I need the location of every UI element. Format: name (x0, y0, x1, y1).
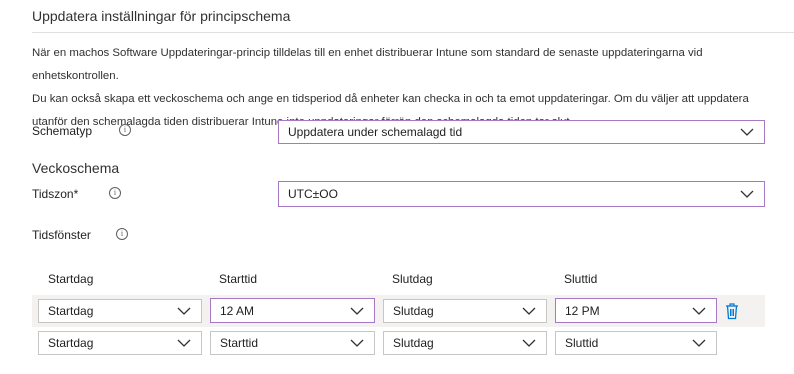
schedule-type-value: Uppdatera under schemalagd tid (288, 125, 463, 139)
end-time-dropdown[interactable]: Sluttid (555, 331, 717, 355)
trash-icon[interactable] (724, 302, 740, 320)
end-day-value: Slutdag (393, 304, 434, 318)
schedule-type-dropdown[interactable]: Uppdatera under schemalagd tid (278, 120, 765, 144)
weekly-schedule-heading: Veckoschema (32, 160, 120, 176)
info-icon[interactable]: i (109, 187, 121, 199)
start-day-dropdown[interactable]: Startdag (38, 331, 202, 355)
start-day-value: Startdag (48, 336, 94, 350)
chevron-down-icon (350, 307, 364, 315)
end-day-dropdown[interactable]: Slutdag (383, 299, 547, 323)
time-window-label: Tidsfönster (32, 228, 91, 242)
start-day-dropdown[interactable]: Startdag (38, 299, 202, 323)
schedule-type-label: Schematyp (32, 124, 93, 138)
info-icon[interactable]: i (119, 124, 131, 136)
chevron-down-icon (740, 128, 754, 136)
description-line-1: När en machos Software Uppdateringar-pri… (32, 47, 703, 82)
timezone-dropdown[interactable]: UTC±OO (278, 181, 765, 207)
info-icon[interactable]: i (116, 228, 128, 240)
divider (32, 32, 794, 33)
start-time-value: 12 AM (220, 303, 255, 318)
start-time-value: Starttid (220, 336, 259, 350)
section-title: Uppdatera inställningar för principschem… (32, 8, 291, 24)
column-header-start-day: Startdag (48, 272, 94, 286)
chevron-down-icon (177, 307, 191, 315)
end-time-value: Sluttid (565, 336, 599, 350)
chevron-down-icon (692, 307, 706, 315)
end-day-dropdown[interactable]: Slutdag (383, 331, 547, 355)
chevron-down-icon (740, 190, 754, 198)
chevron-down-icon (522, 307, 536, 315)
start-time-dropdown[interactable]: Starttid (210, 331, 375, 355)
timezone-label: Tidszon* (32, 187, 79, 201)
column-header-start-time: Starttid (219, 272, 258, 286)
column-header-end-time: Sluttid (564, 272, 598, 286)
chevron-down-icon (522, 339, 536, 347)
column-header-end-day: Slutdag (392, 272, 433, 286)
chevron-down-icon (350, 339, 364, 347)
chevron-down-icon (177, 339, 191, 347)
start-day-value: Startdag (48, 304, 94, 318)
description-line-2: Du kan också skapa ett veckoschema och a… (32, 93, 749, 105)
chevron-down-icon (692, 339, 706, 347)
end-time-dropdown[interactable]: 12 PM (555, 298, 717, 323)
start-time-dropdown[interactable]: 12 AM (210, 298, 375, 323)
end-time-value: 12 PM (565, 303, 600, 318)
timezone-value: UTC±OO (288, 187, 338, 201)
end-day-value: Slutdag (393, 336, 434, 350)
